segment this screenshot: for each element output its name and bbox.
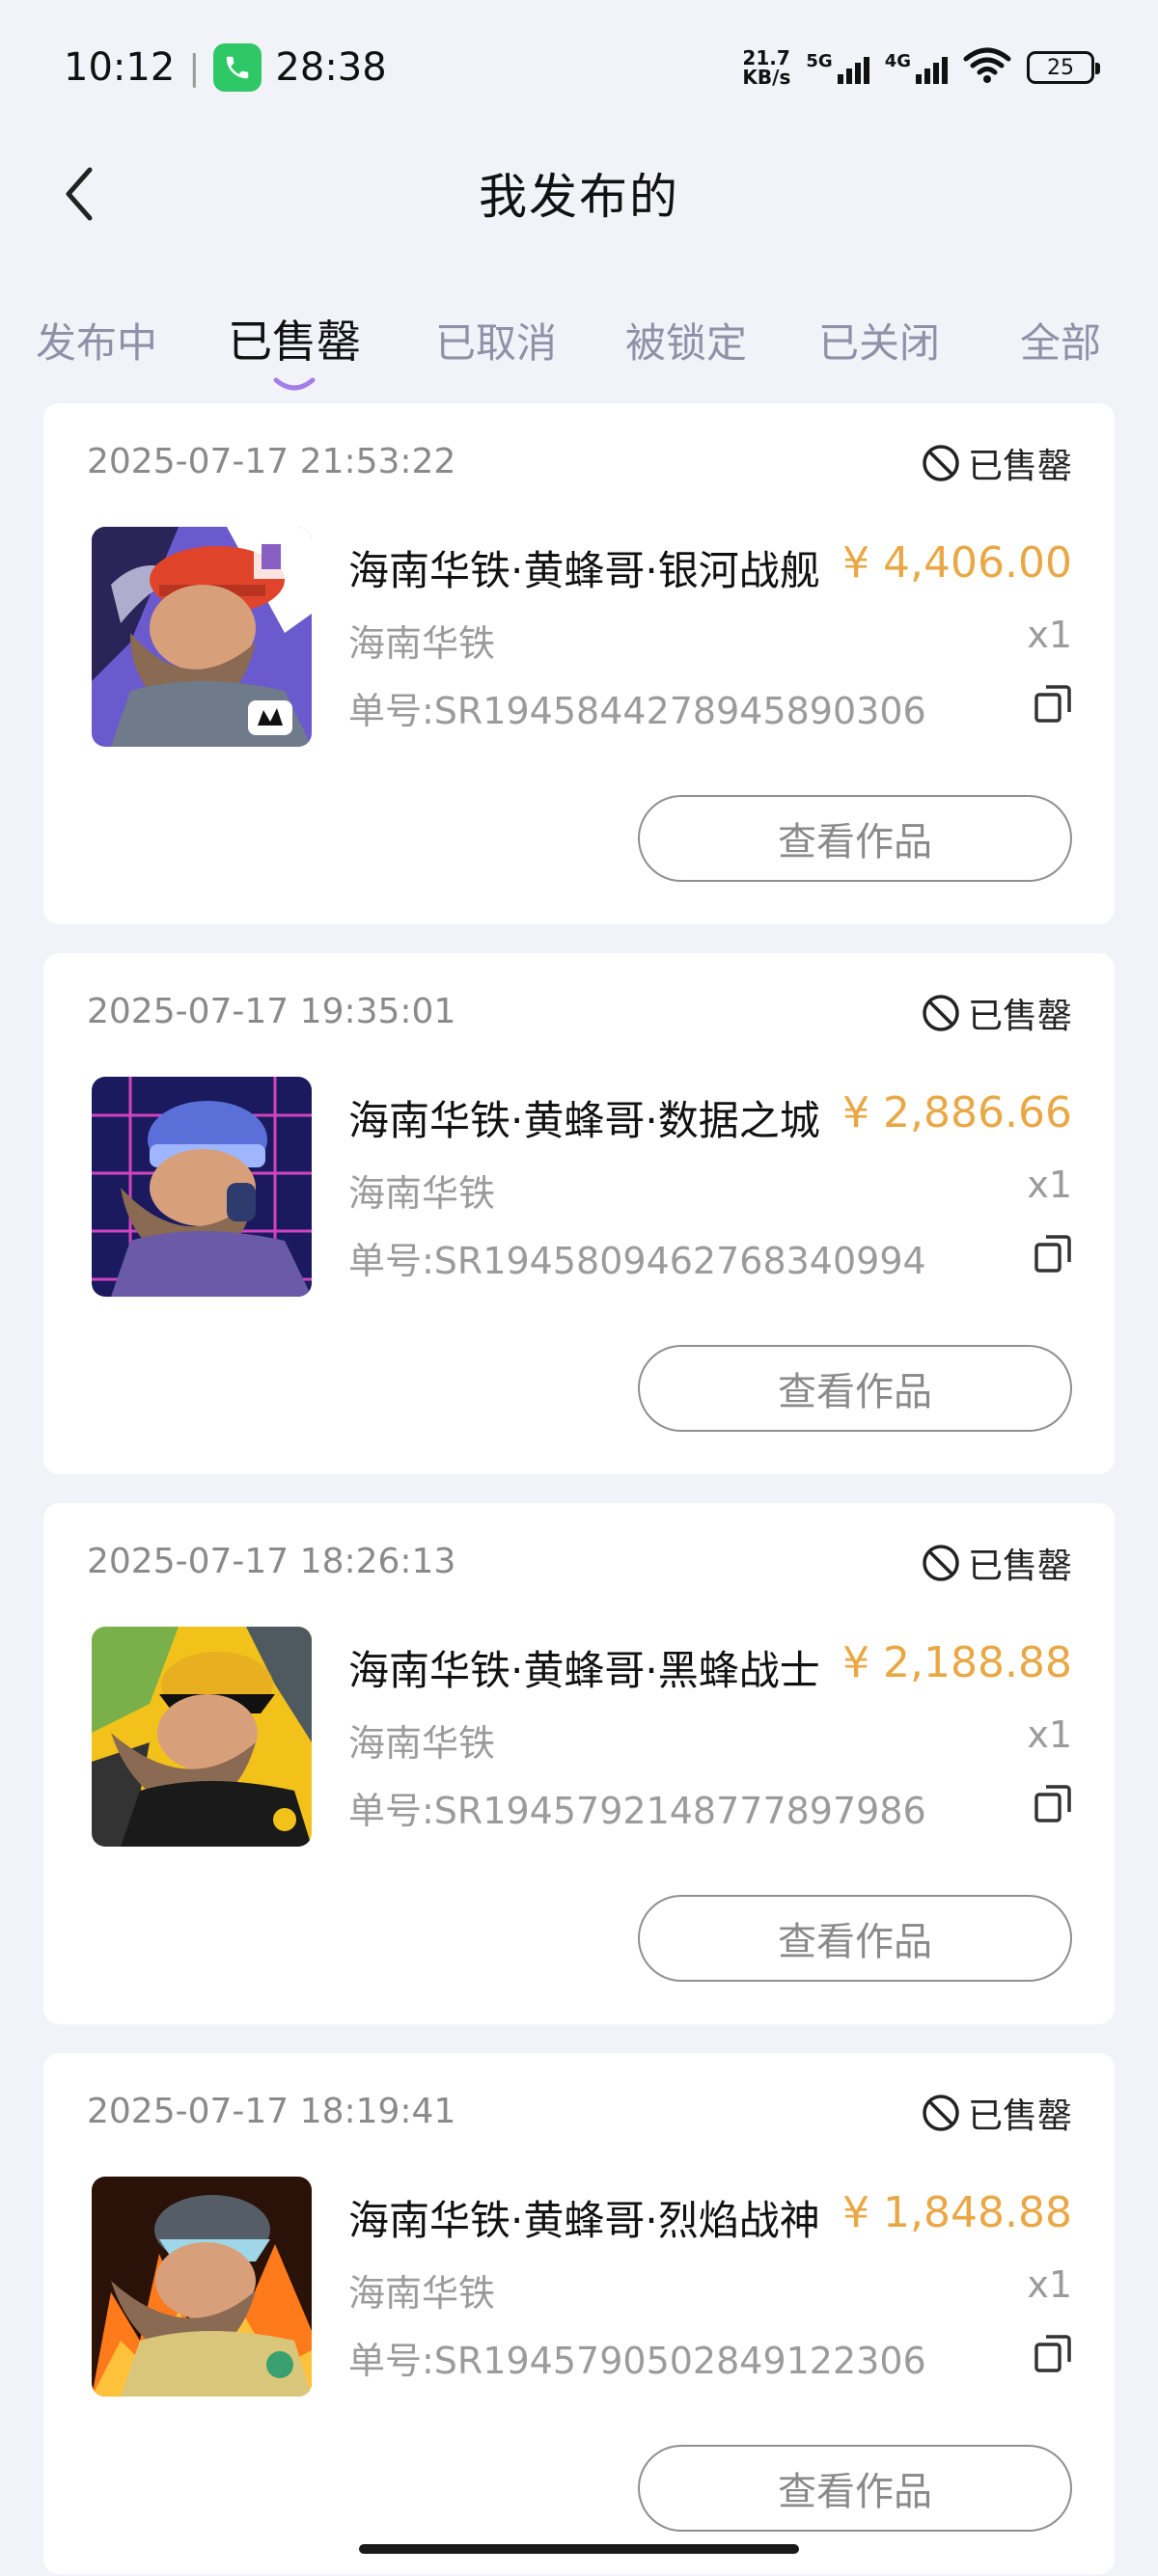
tab-locked[interactable]: 被锁定 (625, 311, 747, 370)
artwork-thumbnail[interactable] (92, 1077, 312, 1297)
prohibited-icon (923, 1545, 959, 1581)
status-badge: 已售罄 (922, 988, 1072, 1038)
back-button[interactable] (46, 160, 114, 228)
view-artwork-button[interactable]: 查看作品 (638, 2445, 1072, 2532)
artwork-thumbnail[interactable] (92, 2177, 312, 2397)
artwork-thumbnail[interactable] (92, 527, 312, 747)
artwork-name: 海南华铁·黄蜂哥·数据之城 (348, 1097, 820, 1144)
battery-icon: 25 (1027, 51, 1100, 84)
status-divider: | (188, 47, 201, 88)
wifi-icon (963, 47, 1011, 89)
copy-icon[interactable] (1034, 1783, 1072, 1823)
artwork-quantity: x1 (1027, 614, 1072, 656)
prohibited-icon (923, 2095, 959, 2131)
order-number: 单号:SR1945790502849122306 (348, 2340, 926, 2382)
signal-5g-icon: 5G (806, 51, 869, 84)
tab-closed[interactable]: 已关闭 (818, 311, 940, 370)
artwork-price: ¥ 2,188.88 (842, 1638, 1072, 1687)
status-tabs: 发布中 已售罄 已取消 被锁定 已关闭 全部 (0, 289, 1158, 396)
active-tab-indicator (273, 377, 316, 391)
view-artwork-button[interactable]: 查看作品 (638, 1345, 1072, 1432)
order-card: 2025-07-17 18:26:13 已售罄 海南华铁·黄蜂哥·黑蜂战士 ¥ … (43, 1503, 1115, 2024)
order-date: 2025-07-17 19:35:01 (87, 992, 456, 1031)
view-artwork-button[interactable]: 查看作品 (638, 1895, 1072, 1982)
network-speed: 21.7 KB/s (742, 46, 791, 89)
artwork-quantity: x1 (1027, 1713, 1072, 1756)
status-time: 10:12 (64, 45, 176, 90)
copy-icon[interactable] (1034, 1233, 1072, 1274)
artwork-quantity: x1 (1027, 2263, 1072, 2306)
artwork-brand: 海南华铁 (348, 2272, 496, 2315)
order-number: 单号:SR1945844278945890306 (348, 690, 926, 732)
order-card: 2025-07-17 19:35:01 已售罄 海南华铁·黄蜂哥·数据之城 ¥ … (43, 953, 1115, 1474)
status-badge: 已售罄 (922, 438, 1072, 488)
chevron-left-icon (66, 167, 93, 221)
artwork-name: 海南华铁·黄蜂哥·烈焰战神 (348, 2197, 820, 2244)
order-date: 2025-07-17 21:53:22 (87, 442, 456, 481)
order-number: 单号:SR1945809462768340994 (348, 1240, 926, 1282)
artwork-price: ¥ 2,886.66 (842, 1088, 1072, 1137)
artwork-name: 海南华铁·黄蜂哥·银河战舰 (348, 547, 820, 594)
tab-published[interactable]: 发布中 (36, 311, 157, 370)
status-bar: 10:12 | 28:38 21.7 KB/s 5G 4G 25 (0, 0, 1158, 135)
status-badge: 已售罄 (922, 1538, 1072, 1588)
phone-call-icon[interactable] (213, 43, 262, 92)
copy-icon[interactable] (1034, 2333, 1072, 2373)
tab-cancelled[interactable]: 已取消 (435, 311, 557, 370)
order-card: 2025-07-17 21:53:22 已售罄 海南华铁·黄蜂哥·银河战舰 ¥ … (43, 403, 1115, 924)
artwork-price: ¥ 4,406.00 (842, 538, 1072, 588)
tab-sold-out[interactable]: 已售罄 (228, 307, 361, 370)
artwork-brand: 海南华铁 (348, 622, 496, 665)
prohibited-icon (923, 445, 959, 481)
home-indicator[interactable] (359, 2544, 799, 2554)
artwork-brand: 海南华铁 (348, 1722, 496, 1765)
status-badge: 已售罄 (922, 2088, 1072, 2138)
order-date: 2025-07-17 18:26:13 (87, 1542, 456, 1581)
tab-all[interactable]: 全部 (1020, 311, 1101, 370)
signal-4g-icon: 4G (885, 51, 948, 84)
artwork-price: ¥ 1,848.88 (842, 2188, 1072, 2237)
page-header: 我发布的 (0, 135, 1158, 251)
copy-icon[interactable] (1034, 683, 1072, 724)
artwork-name: 海南华铁·黄蜂哥·黑蜂战士 (348, 1647, 820, 1694)
order-date: 2025-07-17 18:19:41 (87, 2092, 456, 2131)
order-card: 2025-07-17 18:19:41 已售罄 海南华铁·黄蜂哥·烈焰战神 ¥ (43, 2053, 1115, 2574)
artwork-thumbnail[interactable] (92, 1627, 312, 1847)
order-number: 单号:SR1945792148777897986 (348, 1790, 926, 1832)
view-artwork-button[interactable]: 查看作品 (638, 795, 1072, 882)
prohibited-icon (923, 995, 959, 1031)
artwork-quantity: x1 (1027, 1164, 1072, 1206)
call-duration: 28:38 (275, 45, 387, 90)
artwork-brand: 海南华铁 (348, 1172, 496, 1215)
page-title: 我发布的 (479, 169, 679, 225)
